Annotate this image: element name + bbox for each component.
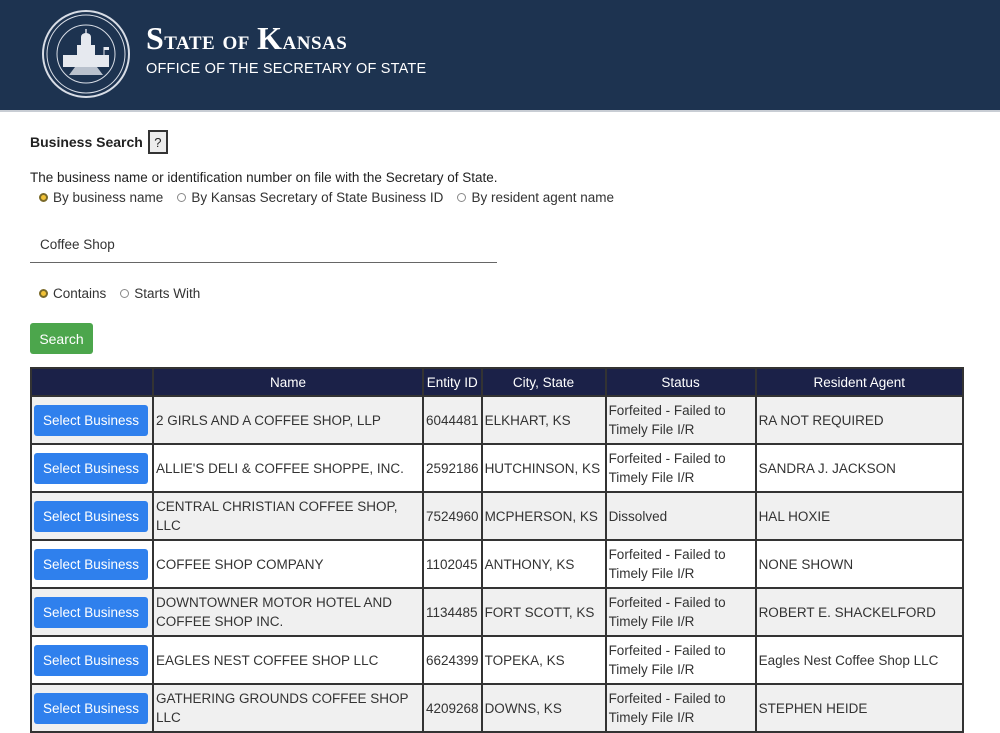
status-cell: Forfeited - Failed to Timely File I/R [604, 539, 757, 589]
match-type-radio-group: Contains Starts With [39, 286, 970, 301]
entity-id-cell: 4209268 [422, 683, 483, 733]
select-cell: Select Business [30, 443, 154, 493]
radio-button[interactable] [120, 289, 130, 298]
kansas-seal-logo[interactable] [41, 9, 131, 99]
resident-agent-cell: RA NOT REQUIRED [754, 395, 965, 445]
business-name-cell: GATHERING GROUNDS COFFEE SHOP LLC [152, 683, 424, 733]
radio-starts-with[interactable]: Starts With [120, 286, 200, 301]
select-business-button[interactable]: Select Business [34, 500, 148, 532]
business-name-cell: DOWNTOWNER MOTOR HOTEL AND COFFEE SHOP I… [152, 587, 424, 637]
business-name-cell: EAGLES NEST COFFEE SHOP LLC [152, 635, 424, 685]
column-header-resident-agent[interactable]: Resident Agent [754, 367, 965, 397]
city-state-cell: MCPHERSON, KS [480, 491, 607, 541]
select-business-button[interactable]: Select Business [34, 644, 148, 676]
select-cell: Select Business [30, 491, 154, 541]
search-type-radio-group: By business name By Kansas Secretary of … [39, 190, 970, 205]
table-row: Select Business DOWNTOWNER MOTOR HOTEL AN… [30, 587, 965, 637]
table-row: Select Business ALLIE'S DELI & COFFEE SHO… [30, 443, 965, 493]
city-state-cell: ANTHONY, KS [480, 539, 607, 589]
radio-by-resident-agent[interactable]: By resident agent name [457, 190, 614, 205]
resident-agent-cell: HAL HOXIE [754, 491, 965, 541]
entity-id-cell: 6044481 [422, 395, 483, 445]
status-cell: Forfeited - Failed to Timely File I/R [604, 683, 757, 733]
search-heading-row: Business Search ? [30, 130, 970, 154]
resident-agent-cell: Eagles Nest Coffee Shop LLC [754, 635, 965, 685]
city-state-cell: DOWNS, KS [480, 683, 607, 733]
table-row: Select Business CENTRAL CHRISTIAN COFFEE … [30, 491, 965, 541]
table-header-row: Name Entity ID City, State Status Reside… [30, 367, 965, 397]
resident-agent-cell: ROBERT E. SHACKELFORD [754, 587, 965, 637]
business-name-cell: COFFEE SHOP COMPANY [152, 539, 424, 589]
radio-button-checked[interactable] [39, 193, 48, 202]
select-cell: Select Business [30, 587, 154, 637]
city-state-cell: ELKHART, KS [480, 395, 607, 445]
entity-id-cell: 1102045 [422, 539, 483, 589]
entity-id-cell: 7524960 [422, 491, 483, 541]
business-search-section: Business Search ? The business name or i… [0, 130, 1000, 733]
status-cell: Dissolved [604, 491, 757, 541]
search-heading: Business Search [30, 134, 143, 150]
radio-button[interactable] [177, 193, 187, 202]
column-header-select [30, 367, 154, 397]
business-name-cell: ALLIE'S DELI & COFFEE SHOPPE, INC. [152, 443, 424, 493]
select-business-button[interactable]: Select Business [34, 548, 148, 580]
radio-by-business-name[interactable]: By business name [39, 190, 163, 205]
entity-id-cell: 1134485 [422, 587, 483, 637]
column-header-name[interactable]: Name [152, 367, 424, 397]
business-name-cell: CENTRAL CHRISTIAN COFFEE SHOP, LLC [152, 491, 424, 541]
column-header-status[interactable]: Status [604, 367, 757, 397]
table-row: Select Business EAGLES NEST COFFEE SHOP L… [30, 635, 965, 685]
resident-agent-cell: SANDRA J. JACKSON [754, 443, 965, 493]
status-cell: Forfeited - Failed to Timely File I/R [604, 395, 757, 445]
column-header-entity-id[interactable]: Entity ID [422, 367, 483, 397]
table-row: Select Business GATHERING GROUNDS COFFEE … [30, 683, 965, 733]
select-cell: Select Business [30, 395, 154, 445]
select-cell: Select Business [30, 539, 154, 589]
results-body: Select Business 2 GIRLS AND A COFFEE SHOP… [30, 395, 965, 733]
resident-agent-cell: NONE SHOWN [754, 539, 965, 589]
radio-by-business-id[interactable]: By Kansas Secretary of State Business ID [177, 190, 443, 205]
results-table: Name Entity ID City, State Status Reside… [30, 367, 965, 733]
entity-id-cell: 2592186 [422, 443, 483, 493]
city-state-cell: FORT SCOTT, KS [480, 587, 607, 637]
site-title: State of Kansas [146, 20, 348, 56]
table-row: Select Business COFFEE SHOP COMPANY 110204… [30, 539, 965, 589]
search-button[interactable]: Search [30, 323, 93, 354]
select-business-button[interactable]: Select Business [34, 404, 148, 436]
search-description: The business name or identification numb… [30, 170, 498, 185]
table-row: Select Business 2 GIRLS AND A COFFEE SHOP… [30, 395, 965, 445]
status-cell: Forfeited - Failed to Timely File I/R [604, 635, 757, 685]
radio-button[interactable] [457, 193, 467, 202]
site-header: State of Kansas OFFICE OF THE SECRETARY … [0, 0, 1000, 112]
select-business-button[interactable]: Select Business [34, 596, 148, 628]
status-cell: Forfeited - Failed to Timely File I/R [604, 587, 757, 637]
help-button[interactable]: ? [147, 130, 168, 154]
resident-agent-cell: STEPHEN HEIDE [754, 683, 965, 733]
status-cell: Forfeited - Failed to Timely File I/R [604, 443, 757, 493]
entity-id-cell: 6624399 [422, 635, 483, 685]
column-header-city-state[interactable]: City, State [480, 367, 607, 397]
select-business-button[interactable]: Select Business [34, 452, 148, 484]
select-cell: Select Business [30, 683, 154, 733]
city-state-cell: HUTCHINSON, KS [480, 443, 607, 493]
select-cell: Select Business [30, 635, 154, 685]
radio-button-checked[interactable] [39, 289, 48, 298]
site-subtitle: OFFICE OF THE SECRETARY OF STATE [146, 61, 427, 77]
select-business-button[interactable]: Select Business [34, 692, 148, 724]
business-search-input[interactable] [30, 227, 497, 263]
business-name-cell: 2 GIRLS AND A COFFEE SHOP, LLP [152, 395, 424, 445]
city-state-cell: TOPEKA, KS [480, 635, 607, 685]
radio-contains[interactable]: Contains [39, 286, 106, 301]
